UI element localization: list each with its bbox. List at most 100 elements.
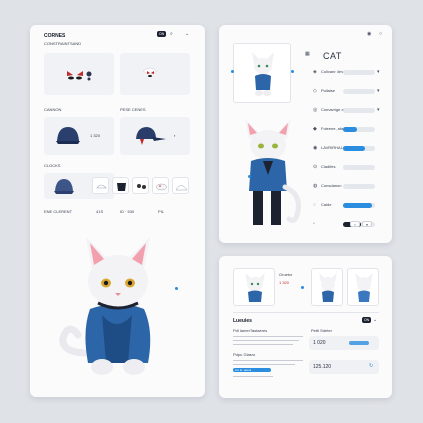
cap-image <box>136 127 166 145</box>
indicator-dot <box>175 287 178 290</box>
indicator-dot <box>248 175 251 178</box>
hat-thumb[interactable] <box>52 175 76 197</box>
chevron-down-icon[interactable]: ⌄ <box>373 317 377 323</box>
page-title: CORNES <box>44 33 66 39</box>
item-card-3[interactable] <box>347 268 379 306</box>
item-card-2[interactable] <box>311 268 343 306</box>
toggle-chip[interactable]: ON <box>157 31 166 37</box>
stat-bar[interactable] <box>343 89 375 94</box>
stat-icon: ◈ <box>313 69 317 75</box>
chevron-down-icon[interactable]: ⌄ <box>185 31 189 37</box>
secondary-value: 125.120 <box>313 364 332 370</box>
search-icon[interactable]: ⌕ <box>170 31 173 37</box>
section-title: Lueuies <box>233 318 252 324</box>
stat-label: Colivanr 4eva <box>321 69 346 74</box>
stat-bar[interactable] <box>343 108 375 113</box>
item-cat-image-3 <box>355 273 373 302</box>
item-card-1[interactable] <box>233 268 275 306</box>
avatar-cat-image <box>252 52 274 96</box>
link-text: Liu lu: aoeoi <box>235 367 252 372</box>
indicator-dot <box>291 70 294 73</box>
stat-bar[interactable] <box>343 70 375 75</box>
inventory-panel: Gruetcr 1 320 Lueuies ON ⌄ Pdl lamerTast… <box>219 256 392 398</box>
text-line <box>233 360 303 361</box>
toggle-chip[interactable]: ON <box>362 317 371 323</box>
stat-icon: ◆ <box>313 126 317 132</box>
cap-price: ▪ <box>174 133 176 138</box>
character-title: CAT <box>323 51 342 61</box>
cat-mask-image <box>142 67 158 77</box>
section-label-2: PESE CENES <box>120 107 146 112</box>
dropdown-icon[interactable]: ▾ <box>377 88 380 94</box>
section-label-3: CLOCKS <box>44 163 61 168</box>
stat-bar[interactable] <box>343 165 375 170</box>
item-cat-image <box>245 273 265 302</box>
dropdown-icon[interactable]: ▾ <box>377 107 380 113</box>
hat-card-2[interactable]: ▪ <box>120 117 190 155</box>
indicator-dot <box>301 286 304 289</box>
stat-icon: ◎ <box>313 107 318 113</box>
next-button[interactable]: ▾ <box>362 221 372 227</box>
face-card-2[interactable] <box>120 53 190 95</box>
progress-link[interactable]: Liu lu: aoeoi <box>233 368 271 372</box>
hat-card-1[interactable]: 1 320 <box>44 117 114 155</box>
cat-face-image <box>67 71 92 81</box>
footer-label-b: 41S <box>96 209 104 214</box>
page-subtitle: CONSTRAINTSAND <box>44 41 82 46</box>
item-caption: Gruetcr <box>279 272 293 277</box>
stat-label: Consdanon <box>321 183 342 188</box>
amount-value: 1 020 <box>313 340 326 346</box>
footer-label-a: ENE CLERENT <box>44 209 73 214</box>
text-line <box>233 344 293 345</box>
indicator-dot <box>231 70 234 73</box>
section-label: CANNON <box>44 107 62 112</box>
description-label-2: Pdpu Glasro <box>233 352 256 357</box>
stat-label: Cladifes <box>321 164 336 169</box>
text-line <box>233 376 273 377</box>
hat-price: 1 320 <box>90 133 101 138</box>
thumb-4[interactable] <box>152 177 169 194</box>
stat-bar-fill <box>343 127 358 132</box>
amount-bar <box>349 341 369 345</box>
stat-icon: ◌ <box>313 202 316 208</box>
face-card-1[interactable] <box>44 53 114 95</box>
description-label: Pdl lamerTastaeres <box>233 328 268 333</box>
prev-button[interactable]: ▪ <box>350 221 360 227</box>
thumb-2[interactable] <box>112 177 129 194</box>
thumb-3[interactable] <box>132 177 149 194</box>
stat-bar-fill <box>343 203 372 208</box>
stat-bar[interactable] <box>343 146 375 151</box>
stat-icon: ◉ <box>313 145 318 151</box>
stat-icon: ◍ <box>313 183 318 189</box>
text-line <box>233 336 303 337</box>
item-cat-image-2 <box>319 273 337 302</box>
stat-bar[interactable] <box>343 184 375 189</box>
thumb-1[interactable] <box>92 177 109 194</box>
stat-bar-fill <box>343 146 366 151</box>
stat-icon: ◇ <box>313 88 317 94</box>
shield-icon: ▦ <box>305 51 310 57</box>
stat-bar[interactable] <box>343 203 375 208</box>
cat-character-image <box>59 237 151 375</box>
dropdown-icon[interactable]: ▾ <box>377 69 380 75</box>
character-stats-panel: ▦ CAT ◉ ○ ◈ Colivanr 4eva ▾ ◇ Pullaise ▾ ◎ Coma… <box>219 25 392 243</box>
footer-label-c: ID · 530 <box>120 209 135 214</box>
secondary-field[interactable]: 125.120 ↻ <box>309 360 379 374</box>
stat-bar[interactable] <box>343 127 375 132</box>
hat-image <box>56 127 80 144</box>
thumb-5[interactable] <box>172 177 189 194</box>
stat-label: Calde <box>321 202 332 207</box>
amount-field[interactable]: 1 020 <box>309 336 379 350</box>
close-icon[interactable]: ○ <box>379 31 382 37</box>
divider <box>233 312 379 313</box>
footer-label-d: PIL <box>158 209 165 214</box>
stat-icon: ▫ <box>313 221 315 227</box>
product-panel: CORNES CONSTRAINTSAND ON ⌕ ⌄ CANNON PESE… <box>30 25 205 397</box>
field-label: Petti Sdeter <box>311 328 332 333</box>
text-line <box>233 340 299 341</box>
refresh-icon[interactable]: ↻ <box>369 363 373 369</box>
text-line <box>233 364 295 365</box>
avatar[interactable] <box>233 43 291 103</box>
settings-icon[interactable]: ◉ <box>367 31 371 37</box>
item-price: 1 320 <box>279 280 290 285</box>
